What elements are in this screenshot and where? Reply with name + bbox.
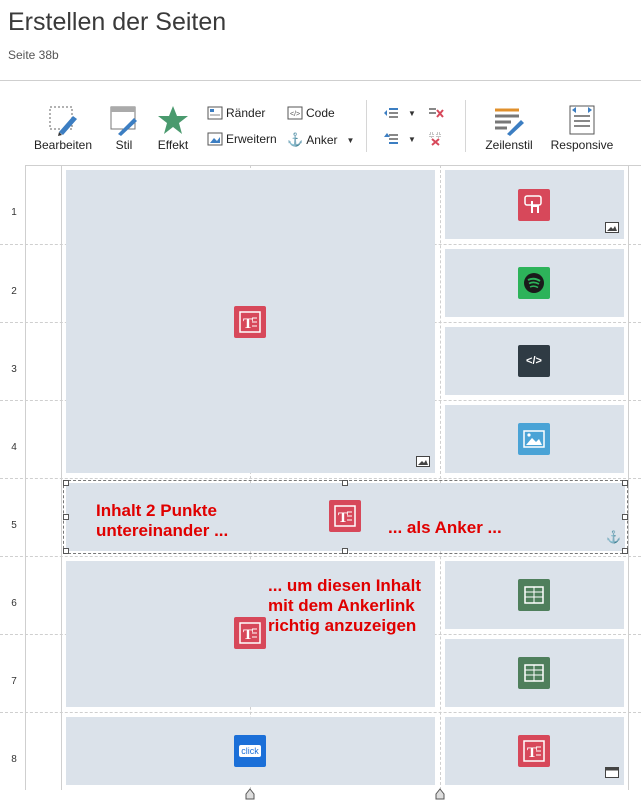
toolbar-separator <box>366 100 367 152</box>
delete-column-icon <box>429 132 441 146</box>
code-button[interactable]: </> Code <box>287 106 335 120</box>
style-brush-icon <box>104 104 144 136</box>
row-number: 3 <box>11 364 17 375</box>
code-label: Code <box>306 106 335 120</box>
page-title: Erstellen der Seiten <box>8 8 227 36</box>
row-number: 4 <box>11 442 17 453</box>
insert-row-above-icon <box>384 108 398 118</box>
bearbeiten-label: Bearbeiten <box>33 138 93 152</box>
click-button-icon: click <box>234 735 266 767</box>
delete-row-button[interactable] <box>428 106 444 120</box>
resize-handle[interactable] <box>622 514 628 520</box>
anchor-icon: ⚓ <box>287 132 304 147</box>
grid-line <box>440 165 441 790</box>
row-number: 2 <box>11 286 17 297</box>
annotation-text: ... als Anker ... <box>388 518 502 537</box>
table-icon <box>518 579 550 611</box>
anker-dropdown-icon[interactable]: ▼ <box>347 136 355 145</box>
row-number: 7 <box>11 676 17 687</box>
text-icon: T <box>234 306 266 338</box>
annotation-text: ... um diesen Inhalt mit dem Ankerlink r… <box>268 576 422 635</box>
svg-text:T: T <box>527 745 537 761</box>
grid-line <box>0 556 641 557</box>
expand-icon <box>207 132 223 146</box>
column-resize-marker[interactable] <box>435 788 445 800</box>
anker-button[interactable]: ⚓ Anker ▼ <box>287 132 354 148</box>
text-icon: T <box>329 500 361 532</box>
column-resize-marker[interactable] <box>245 788 255 800</box>
effekt-button[interactable]: Effekt <box>152 104 194 152</box>
effekt-label: Effekt <box>157 138 189 152</box>
responsive-icon <box>549 104 615 136</box>
raender-button[interactable]: Ränder <box>207 106 265 120</box>
window-indicator-icon <box>605 767 619 778</box>
chevron-down-icon[interactable]: ▼ <box>408 135 416 144</box>
anker-label: Anker <box>306 133 338 147</box>
insert-row-above-button[interactable]: ▼ <box>383 106 416 120</box>
touch-button-icon <box>518 189 550 221</box>
grid-line <box>628 165 629 790</box>
delete-row-icon <box>429 108 444 118</box>
bearbeiten-button[interactable]: Bearbeiten <box>33 104 93 152</box>
anchor-indicator-icon: ⚓ <box>606 530 621 544</box>
zeilenstil-label: Zeilenstil <box>485 138 533 152</box>
annotation-text: Inhalt 2 Punkte untereinander ... <box>96 501 229 540</box>
page-subtitle: Seite 38b <box>8 48 59 62</box>
expand-indicator-icon <box>416 456 430 467</box>
row-style-icon <box>478 104 540 136</box>
resize-handle[interactable] <box>342 480 348 486</box>
zeilenstil-button[interactable]: Zeilenstil <box>478 104 540 152</box>
delete-column-button[interactable] <box>428 132 444 146</box>
click-label: click <box>239 745 261 757</box>
star-icon <box>152 104 194 136</box>
raender-label: Ränder <box>226 106 266 120</box>
insert-row-below-button[interactable]: ▼ <box>383 132 416 146</box>
erweitern-label: Erweitern <box>226 132 277 146</box>
html-code-icon: </> <box>518 345 550 377</box>
borders-icon <box>207 106 223 120</box>
stil-label: Stil <box>115 138 133 152</box>
resize-handle[interactable] <box>63 480 69 486</box>
grid-line <box>0 712 641 713</box>
chevron-down-icon[interactable]: ▼ <box>408 109 416 118</box>
svg-text:T: T <box>243 316 253 332</box>
toolbar-separator <box>465 100 466 152</box>
resize-handle[interactable] <box>622 480 628 486</box>
svg-text:T: T <box>338 510 348 526</box>
table-icon <box>518 657 550 689</box>
stil-button[interactable]: Stil <box>104 104 144 152</box>
row-number: 8 <box>11 754 17 765</box>
resize-handle[interactable] <box>63 514 69 520</box>
grid-line <box>25 165 641 166</box>
responsive-button[interactable]: Responsive <box>549 104 615 152</box>
svg-text:</>: </> <box>290 111 300 118</box>
grid-line <box>25 165 26 790</box>
image-icon <box>518 423 550 455</box>
row-number: 6 <box>11 598 17 609</box>
grid-line <box>61 165 62 790</box>
expand-indicator-icon <box>605 222 619 233</box>
header-divider <box>0 80 641 81</box>
svg-text:T: T <box>243 627 253 643</box>
text-icon: T <box>518 735 550 767</box>
resize-handle[interactable] <box>622 548 628 554</box>
code-icon: </> <box>287 106 303 120</box>
resize-handle[interactable] <box>342 548 348 554</box>
responsive-label: Responsive <box>550 138 614 152</box>
row-number: 5 <box>11 520 17 531</box>
edit-icon <box>33 104 93 136</box>
code-glyph: </> <box>526 355 542 367</box>
erweitern-button[interactable]: Erweitern <box>207 132 277 146</box>
text-icon: T <box>234 617 266 649</box>
grid-line <box>0 478 641 479</box>
insert-row-below-icon <box>384 133 398 144</box>
row-number: 1 <box>11 207 17 218</box>
resize-handle[interactable] <box>63 548 69 554</box>
spotify-icon <box>518 267 550 299</box>
